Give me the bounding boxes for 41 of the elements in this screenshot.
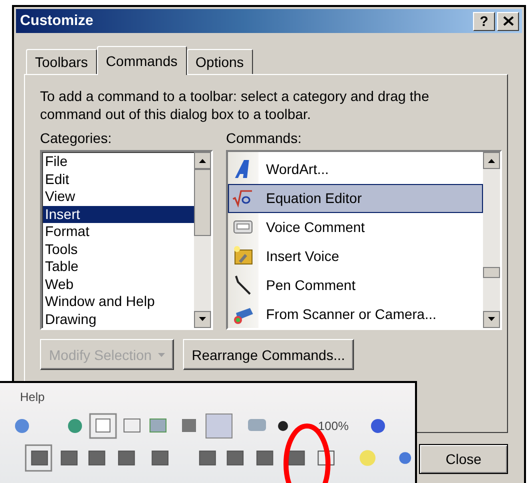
command-item[interactable]: Voice Comment [228,212,483,242]
category-item[interactable]: File [43,153,194,170]
close-icon [502,16,514,26]
command-item[interactable]: Pen Comment [228,270,483,300]
close-button[interactable] [497,12,519,30]
category-item[interactable]: Drawing [43,310,194,328]
command-label: Insert Voice [266,248,340,264]
menu-item[interactable]: Help [20,390,45,404]
caret-icon [158,352,165,356]
zoom-level-text: 100% [317,419,350,433]
scrollbar[interactable] [194,152,211,328]
scrollbar[interactable] [483,152,500,328]
command-item[interactable]: WordArt... [228,155,483,184]
rearrange-commands-button[interactable]: Rearrange Commands... [182,339,354,370]
category-item[interactable]: Edit [43,170,194,188]
category-item[interactable]: Format [43,223,194,240]
microphone-folder-icon [232,244,254,267]
square-root-icon [232,187,254,210]
category-item[interactable]: Tools [43,240,194,258]
category-item[interactable]: Web [43,276,194,293]
tab[interactable]: Toolbars [26,49,97,74]
command-item[interactable]: From Scanner or Camera... [228,299,483,328]
category-item[interactable]: Insert [43,206,194,223]
category-item[interactable]: View [43,188,194,206]
tab[interactable]: Commands [96,46,187,75]
window-title: Customize [20,13,94,29]
category-item[interactable]: Window and Help [43,293,194,310]
command-item[interactable]: Equation Editor [228,184,483,213]
command-label: From Scanner or Camera... [266,306,436,322]
commands-label: Commands: [226,130,302,147]
command-label: Equation Editor [266,190,362,206]
tab[interactable]: Options [186,49,253,74]
command-item[interactable]: Insert Voice [228,241,483,270]
command-label: Voice Comment [266,219,365,236]
command-label: WordArt... [266,161,329,178]
command-label: Pen Comment [266,276,356,293]
close-dialog-button[interactable]: Close [419,444,508,474]
categories-label: Categories: [40,130,113,147]
instructions-text: To add a command to a toolbar: select a category and drag the command out of this dialog box to a toolbar. [40,87,430,123]
category-item[interactable]: Table [43,258,194,276]
help-button[interactable]: ? [473,12,495,30]
